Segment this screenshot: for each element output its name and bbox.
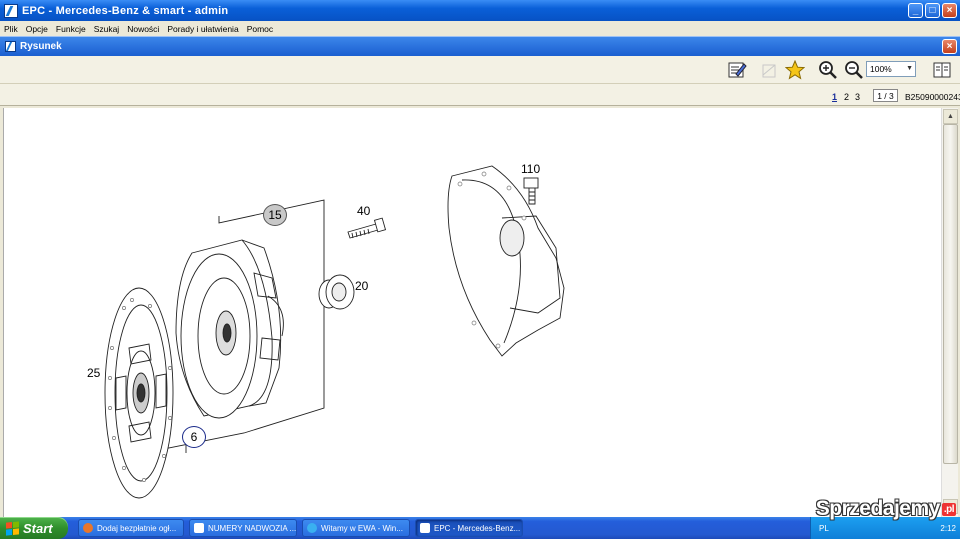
- menu-item-funkcje[interactable]: Funkcje: [56, 24, 86, 34]
- callout-25[interactable]: 25: [87, 366, 100, 380]
- epc-icon: [420, 523, 430, 533]
- watermark-logo: Sprzedajemy .pl: [816, 497, 956, 521]
- zoom-out-icon[interactable]: [842, 59, 866, 81]
- app-icon: [4, 3, 18, 18]
- window-title: EPC - Mercedes-Benz & smart - admin: [22, 4, 229, 17]
- close-button[interactable]: ×: [942, 3, 957, 18]
- menu-item-szukaj[interactable]: Szukaj: [94, 24, 120, 34]
- minimize-button[interactable]: _: [908, 3, 923, 18]
- taskbar-item-ewa[interactable]: Witamy w EWA - Win...: [302, 519, 410, 537]
- taskbar-item-label: Dodaj bezpłatnie ogł...: [97, 523, 177, 533]
- window-titlebar: EPC - Mercedes-Benz & smart - admin _ □ …: [0, 0, 960, 21]
- toolbar: [0, 56, 960, 84]
- book-icon[interactable]: [930, 59, 954, 81]
- page-link-2[interactable]: 2: [844, 92, 849, 102]
- zoom-value: 100%: [870, 64, 892, 74]
- maximize-button[interactable]: □: [925, 3, 940, 18]
- menu-item-nowosci[interactable]: Nowości: [127, 24, 159, 34]
- menu-item-plik[interactable]: Plik: [4, 24, 18, 34]
- start-button[interactable]: Start: [0, 517, 68, 539]
- child-window-icon: [5, 41, 16, 52]
- watermark-tld: .pl: [941, 502, 956, 516]
- callout-40[interactable]: 40: [357, 204, 370, 218]
- drawing-canvas[interactable]: 15 40 110 20 25 6: [3, 108, 941, 517]
- zoom-in-icon[interactable]: [815, 59, 841, 81]
- edit-list-icon[interactable]: [725, 59, 749, 81]
- child-close-button[interactable]: ×: [942, 39, 957, 54]
- firefox-icon: [83, 523, 93, 533]
- menu-item-pomoc[interactable]: Pomoc: [247, 24, 273, 34]
- menu-item-opcje[interactable]: Opcje: [26, 24, 48, 34]
- exploded-parts-drawing: [104, 165, 565, 499]
- ie-icon: [307, 523, 317, 533]
- taskbar-item-label: EPC - Mercedes-Benz...: [434, 523, 521, 533]
- taskbar-item-label: NUMERY NADWOZIA ...: [208, 523, 297, 533]
- pager-bar: 1 2 3 1 / 3 B25090000243: [0, 84, 960, 106]
- page-position: 1 / 3: [873, 89, 898, 102]
- vertical-scrollbar[interactable]: ▲ ▼: [941, 108, 958, 517]
- star-icon[interactable]: [783, 59, 807, 81]
- scroll-up-icon[interactable]: ▲: [943, 109, 958, 124]
- callout-15[interactable]: 15: [263, 204, 287, 226]
- page-link-3[interactable]: 3: [855, 92, 860, 102]
- clock: 2:12: [940, 523, 956, 533]
- disabled-tool-icon: [757, 59, 781, 81]
- child-window-title: Rysunek: [20, 41, 62, 52]
- zoom-select[interactable]: 100% ▼: [866, 61, 916, 77]
- window-icon: [194, 523, 204, 533]
- callout-6[interactable]: 6: [182, 426, 206, 448]
- callout-110[interactable]: 110: [521, 162, 540, 176]
- watermark-name: Sprzedajemy: [815, 497, 941, 520]
- menu-bar: Plik Opcje Funkcje Szukaj Nowości Porady…: [0, 21, 960, 36]
- menu-item-porady[interactable]: Porady i ułatwienia: [167, 24, 238, 34]
- start-label: Start: [23, 520, 53, 536]
- chevron-down-icon: ▼: [906, 65, 913, 72]
- scrollbar-thumb[interactable]: [943, 124, 958, 464]
- windows-logo-icon: [6, 520, 19, 536]
- taskbar-item-numery[interactable]: NUMERY NADWOZIA ...: [189, 519, 297, 537]
- page-link-1[interactable]: 1: [832, 92, 837, 102]
- language-indicator[interactable]: PL: [819, 524, 829, 533]
- document-id: B25090000243: [905, 92, 960, 102]
- taskbar-item-dodaj[interactable]: Dodaj bezpłatnie ogł...: [78, 519, 184, 537]
- taskbar-item-label: Witamy w EWA - Win...: [321, 523, 403, 533]
- callout-20[interactable]: 20: [355, 279, 368, 293]
- child-window-titlebar: Rysunek ×: [0, 36, 960, 56]
- taskbar-item-epc[interactable]: EPC - Mercedes-Benz...: [415, 519, 523, 537]
